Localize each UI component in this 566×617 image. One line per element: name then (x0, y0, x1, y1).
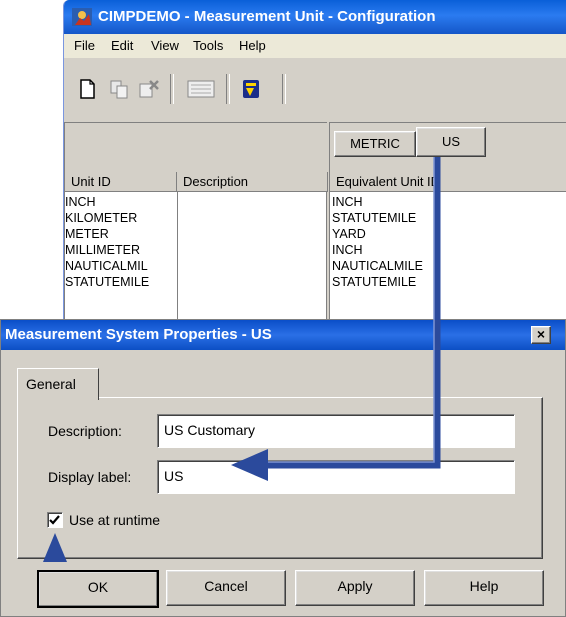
measurement-icon[interactable] (240, 78, 262, 100)
list-item[interactable]: NAUTICALMIL (65, 259, 176, 274)
new-document-icon[interactable] (76, 78, 98, 100)
list-item[interactable]: INCH (332, 243, 363, 258)
use-at-runtime-checkbox[interactable] (47, 512, 63, 528)
toolbar-separator (170, 74, 174, 104)
menu-help[interactable]: Help (239, 38, 266, 53)
properties-icon[interactable] (186, 78, 216, 100)
app-icon (72, 8, 92, 26)
list-item[interactable]: NAUTICALMILE (332, 259, 423, 274)
checkmark-icon (49, 515, 60, 525)
tab-general[interactable]: General (17, 368, 99, 400)
display-label-field[interactable]: US (157, 460, 515, 494)
dialog-title: Measurement System Properties - US (1, 320, 565, 350)
properties-dialog: Measurement System Properties - US × Gen… (0, 319, 566, 617)
list-item[interactable]: MILLIMETER (65, 243, 140, 258)
apply-button[interactable]: Apply (295, 570, 415, 606)
use-at-runtime-label: Use at runtime (69, 512, 161, 528)
list-item[interactable]: STATUTEMILE (332, 211, 416, 226)
close-icon: × (536, 326, 546, 342)
column-header-description[interactable]: Description (177, 172, 328, 192)
ok-button[interactable]: OK (37, 570, 159, 608)
tab-us[interactable]: US (416, 127, 486, 157)
close-button[interactable]: × (531, 326, 551, 344)
menu-bar: File Edit View Tools Help (64, 34, 566, 58)
description-label: Description: (48, 423, 122, 439)
description-field[interactable]: US Customary (157, 414, 515, 448)
window-title: CIMPDEMO - Measurement Unit - Configurat… (64, 0, 566, 34)
menu-file[interactable]: File (74, 38, 95, 53)
unit-list-header-area (65, 123, 328, 173)
list-item[interactable]: METER (65, 227, 109, 242)
toolbar-separator (282, 74, 286, 104)
copy-icon[interactable] (108, 78, 130, 100)
list-item[interactable]: STATUTEMILE (65, 275, 176, 290)
menu-edit[interactable]: Edit (111, 38, 133, 53)
list-item[interactable]: INCH (332, 195, 363, 210)
toolbar-separator (226, 74, 230, 104)
toolbar (64, 58, 566, 120)
list-item[interactable]: STATUTEMILE (332, 275, 416, 290)
menu-view[interactable]: View (151, 38, 179, 53)
display-label-label: Display label: (48, 469, 132, 485)
column-header-unit-id[interactable]: Unit ID (65, 172, 177, 192)
help-button[interactable]: Help (424, 570, 544, 606)
column-header-equivalent-unit-id[interactable]: Equivalent Unit ID (330, 172, 566, 192)
menu-tools[interactable]: Tools (193, 38, 223, 53)
cancel-button[interactable]: Cancel (166, 570, 286, 606)
delete-icon[interactable] (138, 78, 160, 100)
list-item[interactable]: YARD (332, 227, 366, 242)
tab-metric[interactable]: METRIC (334, 131, 416, 157)
list-item[interactable]: KILOMETER (65, 211, 137, 226)
list-item[interactable]: INCH (65, 195, 96, 210)
